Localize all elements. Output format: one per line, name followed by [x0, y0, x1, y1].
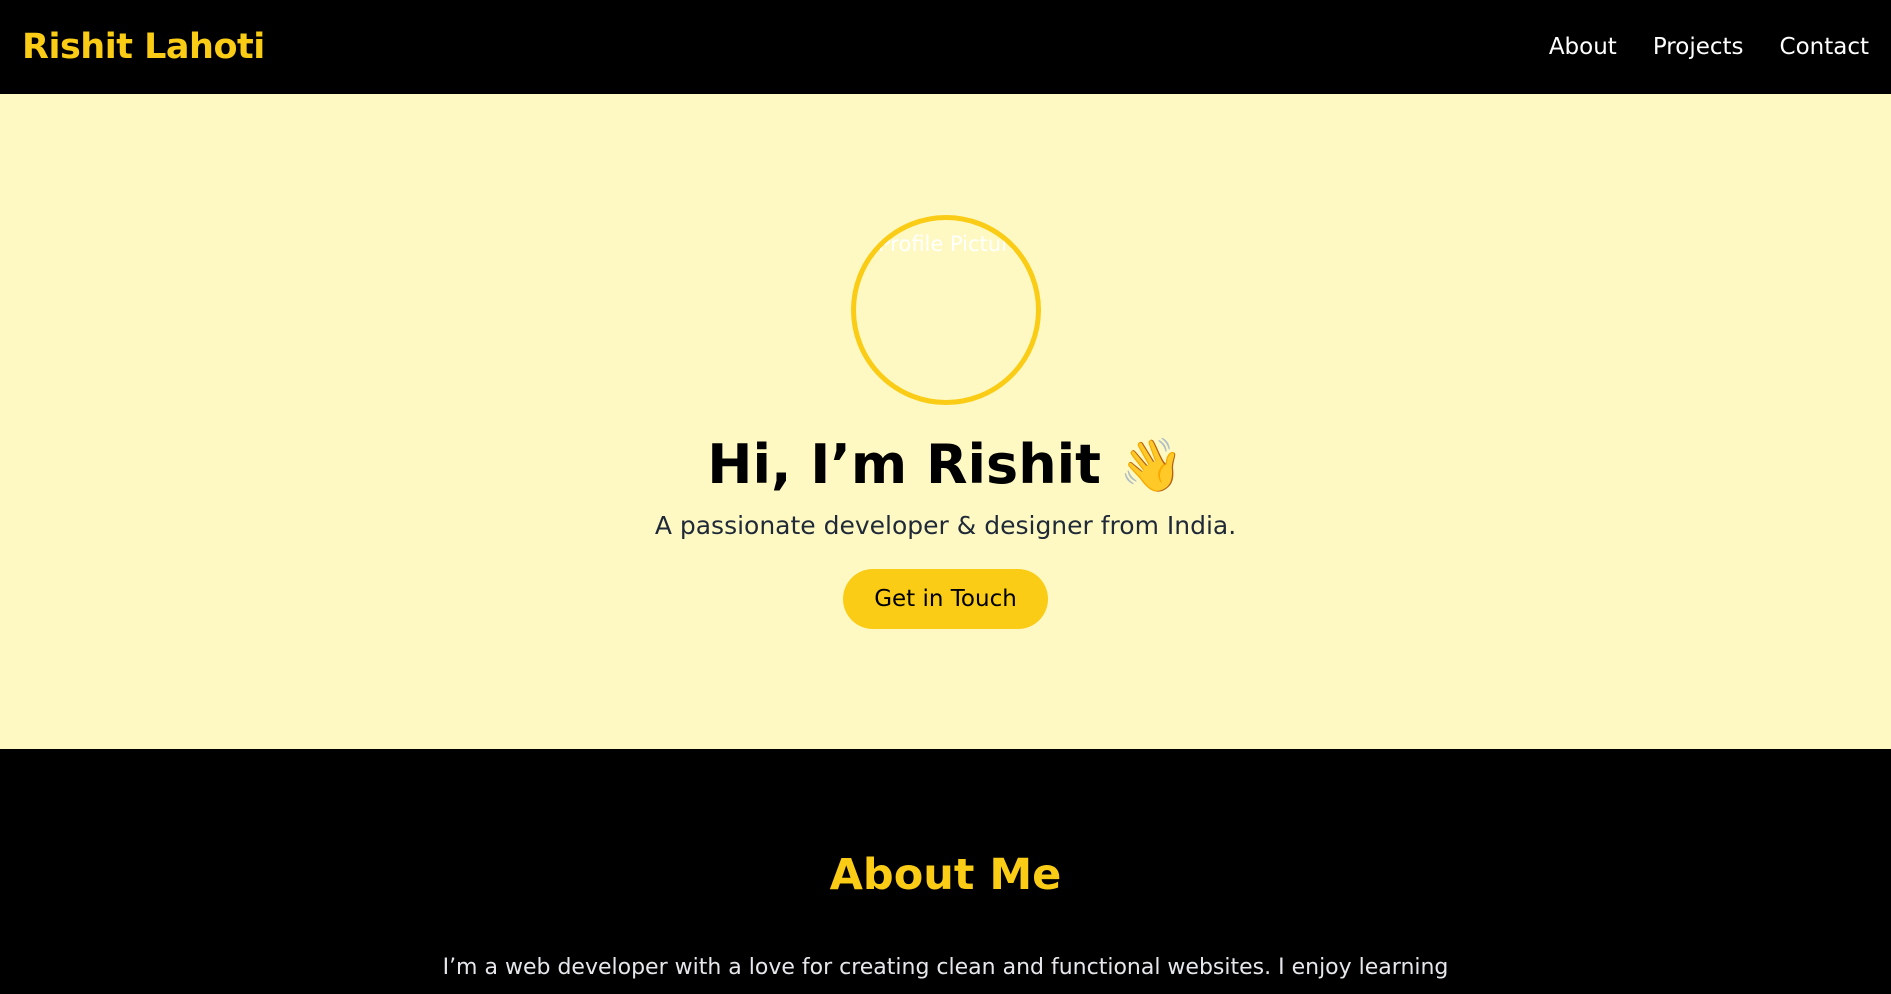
hero-subtitle: A passionate developer & designer from I… [654, 511, 1237, 540]
nav-link-projects[interactable]: Projects [1653, 34, 1744, 60]
hero-title: Hi, I’m Rishit 👋 [0, 430, 1891, 501]
about-section: About Me I’m a web developer with a love… [0, 749, 1891, 994]
navbar: Rishit Lahoti About Projects Contact [0, 0, 1891, 94]
hero-section: Profile Picture Hi, I’m Rishit 👋 A passio… [0, 94, 1891, 749]
brand-logo-text[interactable]: Rishit Lahoti [22, 27, 265, 67]
profile-picture-alt-text: Profile Picture [878, 232, 1023, 256]
nav-link-contact[interactable]: Contact [1780, 34, 1869, 60]
nav-link-about[interactable]: About [1549, 34, 1617, 60]
waving-hand-icon: 👋 [1118, 436, 1184, 496]
profile-picture: Profile Picture [851, 215, 1041, 405]
nav-links: About Projects Contact [1549, 34, 1869, 60]
about-title: About Me [829, 850, 1062, 900]
get-in-touch-button[interactable]: Get in Touch [843, 569, 1048, 629]
about-text: I’m a web developer with a love for crea… [442, 955, 1449, 994]
hero-title-text: Hi, I’m Rishit [707, 433, 1101, 496]
